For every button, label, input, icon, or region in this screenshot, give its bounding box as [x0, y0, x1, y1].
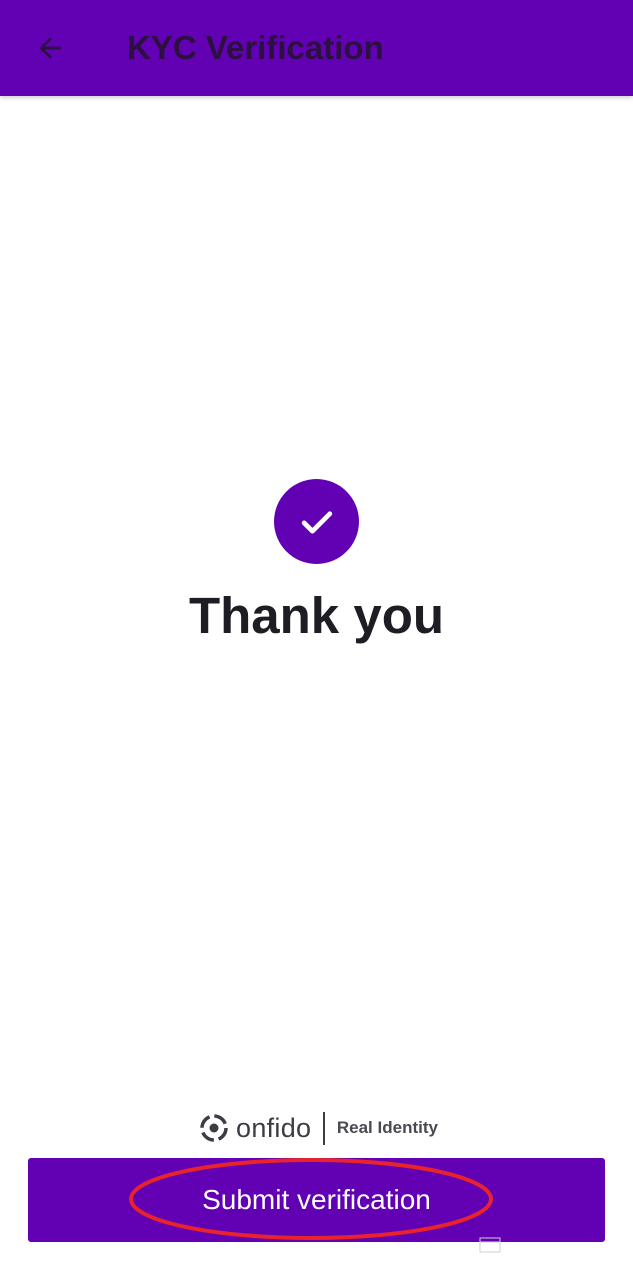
page-title: KYC Verification — [127, 29, 384, 66]
onfido-wordmark: onfido — [236, 1113, 312, 1143]
onfido-branding: onfido Real Identity — [200, 1110, 438, 1146]
brand-divider — [323, 1111, 325, 1145]
watermark-icon — [479, 1237, 501, 1253]
arrow-left-icon — [39, 37, 61, 59]
brand-tagline: Real Identity — [336, 1118, 438, 1137]
onfido-logo-icon — [200, 1114, 228, 1142]
app-bar: KYC Verification — [0, 0, 633, 96]
submit-verification-button[interactable]: Submit verification — [28, 1158, 605, 1242]
success-badge — [274, 479, 359, 564]
checkmark-icon — [301, 510, 332, 534]
back-button[interactable] — [28, 26, 72, 70]
submit-button-label: Submit verification — [202, 1184, 431, 1215]
thank-you-heading: Thank you — [188, 587, 445, 644]
